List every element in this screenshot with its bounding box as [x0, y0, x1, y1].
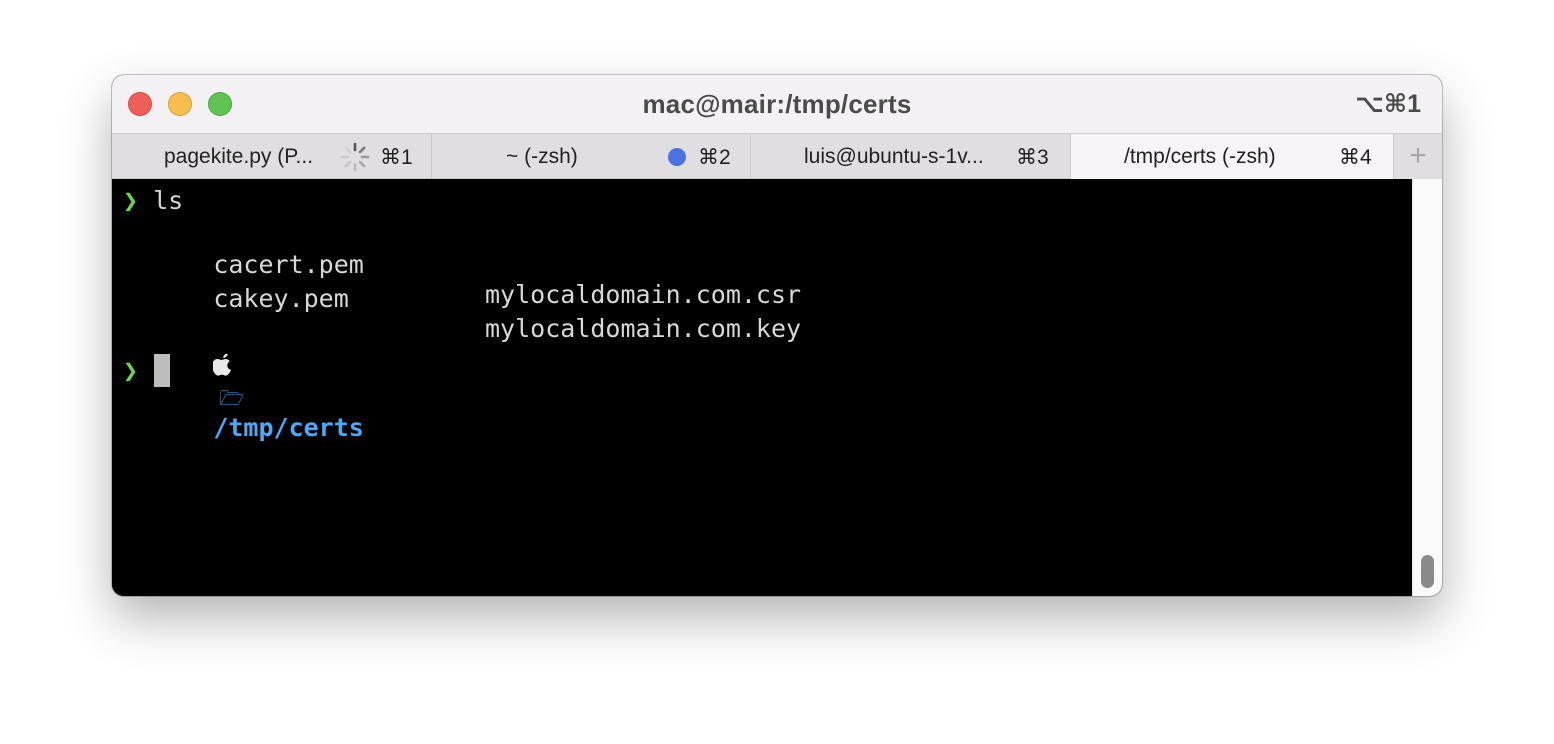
tab-zsh-home[interactable]: ~ (-zsh) ⌘2	[432, 134, 751, 179]
tab-bar: pagekite.py (P... ⌘1 ~ (-zsh) ⌘2 luis@ub…	[112, 133, 1442, 179]
command-text: ls	[153, 186, 184, 215]
file-name: cakey.pem	[213, 284, 349, 313]
list-item: cakey.pem mylocaldomain.com.key	[123, 254, 923, 343]
prompt-path-line: 🗁 /tmp/certs	[123, 322, 364, 442]
tab-shortcut: ⌘4	[1339, 146, 1372, 169]
activity-dot-icon	[668, 148, 686, 166]
terminal-output[interactable]: ❯ ls cacert.pem mylocaldomain.com.csr ca…	[112, 179, 1412, 596]
new-tab-button[interactable]: +	[1394, 134, 1442, 179]
tab-title: /tmp/certs (-zsh)	[1124, 145, 1276, 168]
title-bar[interactable]: mac@mair:/tmp/certs ⌥⌘1	[112, 75, 1442, 133]
list-item: cacert.pem mylocaldomain.com.csr	[123, 220, 923, 309]
tab-tmp-certs[interactable]: /tmp/certs (-zsh) ⌘4	[1071, 134, 1394, 179]
scrollbar-thumb[interactable]	[1421, 555, 1434, 588]
tab-title: pagekite.py (P...	[164, 145, 314, 168]
apple-icon	[212, 353, 232, 376]
window-title: mac@mair:/tmp/certs	[642, 89, 912, 119]
file-name: mylocaldomain.com.key	[485, 314, 802, 343]
prompt-symbol: ❯	[123, 356, 139, 385]
tab-ubuntu-ssh[interactable]: luis@ubuntu-s-1v... ⌘3	[751, 134, 1071, 179]
folder-icon: 🗁	[219, 386, 245, 410]
prompt-symbol: ❯	[123, 186, 139, 215]
tab-title: luis@ubuntu-s-1v...	[804, 145, 984, 168]
text-cursor	[154, 354, 170, 387]
window-shortcut: ⌥⌘1	[1355, 90, 1421, 118]
terminal-window: mac@mair:/tmp/certs ⌥⌘1 pagekite.py (P..…	[112, 75, 1442, 596]
current-directory: /tmp/certs	[213, 413, 364, 442]
command-line: ❯ ls	[123, 186, 183, 216]
file-name: mylocaldomain.com.csr	[485, 280, 802, 309]
tab-shortcut: ⌘1	[380, 146, 413, 169]
tab-pagekite[interactable]: pagekite.py (P... ⌘1	[112, 134, 432, 179]
tab-shortcut: ⌘3	[1016, 146, 1049, 169]
tab-title: ~ (-zsh)	[506, 145, 578, 168]
tab-shortcut: ⌘2	[698, 146, 731, 169]
scrollbar-track[interactable]	[1412, 179, 1442, 596]
spinner-icon	[340, 142, 370, 172]
input-prompt-line: ❯	[123, 356, 138, 386]
